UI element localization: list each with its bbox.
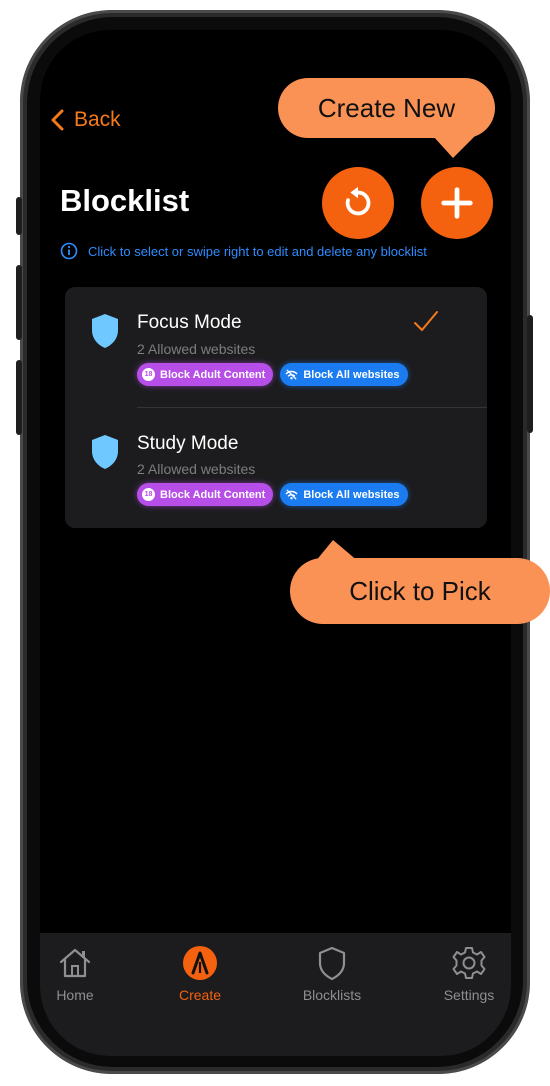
reset-button[interactable] (322, 167, 394, 239)
plus-icon (441, 187, 473, 219)
tag-block-adult: 18 Block Adult Content (137, 483, 274, 506)
page-title: Blocklist (60, 183, 190, 218)
app-screen: Back Blocklist Click to select or swipe … (40, 30, 511, 1056)
create-icon (183, 946, 217, 980)
wifi-icon (285, 489, 298, 500)
tag-label: Block Adult Content (160, 368, 266, 381)
tab-label: Settings (443, 987, 495, 1003)
tag-block-adult: 18 Block Adult Content (137, 363, 274, 386)
callout-text: Create New (317, 92, 456, 123)
volume-up-button (16, 265, 22, 340)
tab-bar: Home Create Blocklists Settings (40, 933, 511, 1056)
info-icon (60, 242, 78, 260)
stage: Back Blocklist Click to select or swipe … (0, 0, 550, 1086)
create-new-button[interactable] (421, 167, 493, 239)
tab-create[interactable]: Create (145, 945, 255, 1003)
blocklist-subtitle: 2 Allowed websites (137, 341, 256, 357)
tab-blocklists[interactable]: Blocklists (277, 945, 387, 1003)
home-icon (59, 948, 91, 978)
gear-icon (452, 947, 486, 979)
power-button (527, 315, 533, 433)
tab-home[interactable]: Home (40, 945, 130, 1003)
tag-block-all: Block All websites (280, 483, 408, 506)
tab-label: Create (178, 987, 222, 1003)
blocklist-subtitle: 2 Allowed websites (137, 461, 256, 477)
volume-down-button (16, 360, 22, 435)
shield-icon (318, 946, 346, 981)
tag-list: 18 Block Adult Content Block All website… (137, 483, 408, 506)
tab-settings[interactable]: Settings (414, 945, 511, 1003)
create-new-callout-tail (433, 136, 475, 158)
tab-label: Blocklists (302, 987, 362, 1003)
shield-icon (92, 435, 118, 469)
adult-18-icon: 18 (142, 368, 155, 381)
info-hint: Click to select or swipe right to edit a… (60, 242, 427, 260)
tab-label: Home (56, 987, 94, 1003)
click-to-pick-callout: Click to Pick (290, 558, 550, 624)
tag-block-all: Block All websites (280, 363, 408, 386)
back-button[interactable]: Back (50, 108, 121, 132)
wifi-icon (285, 369, 298, 380)
tag-label: Block Adult Content (160, 488, 266, 501)
callout-text: Click to Pick (349, 575, 491, 606)
mute-switch (16, 197, 22, 235)
reset-icon (345, 186, 371, 216)
blocklist-name: Study Mode (137, 433, 239, 454)
back-label: Back (74, 108, 121, 131)
info-text: Click to select or swipe right to edit a… (88, 243, 427, 259)
adult-18-icon: 18 (142, 488, 155, 501)
create-new-callout: Create New (278, 78, 495, 138)
tag-list: 18 Block Adult Content Block All website… (137, 363, 408, 386)
tag-label: Block All websites (303, 488, 400, 501)
checkmark-icon (414, 311, 438, 331)
blocklist-item[interactable]: Study Mode 2 Allowed websites 18 Block A… (65, 407, 487, 527)
blocklist-card: Focus Mode 2 Allowed websites 18 Block A… (65, 287, 487, 528)
chevron-left-icon (51, 109, 64, 131)
blocklist-item[interactable]: Focus Mode 2 Allowed websites 18 Block A… (65, 287, 487, 408)
blocklist-name: Focus Mode (137, 312, 242, 333)
shield-icon (92, 314, 118, 348)
tag-label: Block All websites (303, 368, 400, 381)
